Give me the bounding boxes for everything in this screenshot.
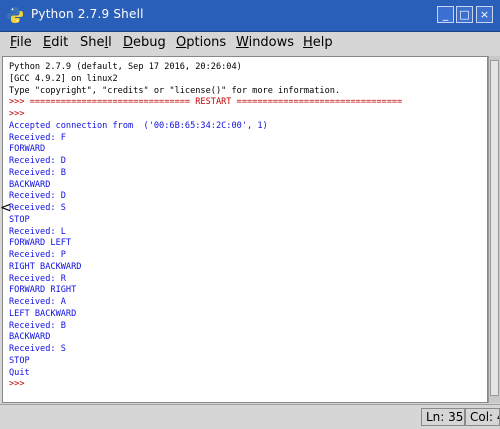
shell-line: BACKWARD (9, 332, 51, 343)
shell-line: [GCC 4.9.2] on linux2 (9, 73, 118, 84)
shell-text-area[interactable]: Python 2.7.9 (default, Sep 17 2016, 20:2… (2, 56, 488, 403)
status-bar: Ln: 35 Col: 4 (0, 404, 500, 429)
shell-line: FORWARD LEFT (9, 238, 72, 249)
shell-line: RIGHT BACKWARD (9, 261, 82, 272)
shell-line: STOP (9, 355, 30, 366)
shell-line: Python 2.7.9 (default, Sep 17 2016, 20:2… (9, 62, 242, 72)
menu-windows[interactable]: Windows (236, 35, 294, 50)
shell-line: Received: D (9, 191, 66, 202)
shell-line: Received: S (9, 203, 66, 213)
shell-line: Received: A (9, 297, 66, 307)
column-indicator: Col: 4 (465, 408, 500, 426)
menu-help[interactable]: Help (303, 35, 333, 50)
shell-line: Received: L (9, 226, 66, 237)
shell-line: FORWARD RIGHT (9, 285, 77, 296)
shell-line: Type "copyright", "credits" or "license(… (9, 85, 341, 96)
mouse-cursor-icon: < (0, 200, 12, 216)
menu-shell[interactable]: Shell (80, 35, 112, 50)
shell-line: Received: S (9, 344, 66, 354)
line-indicator: Ln: 35 (421, 408, 465, 426)
shell-line: Received: F (9, 132, 66, 143)
menu-bar: File Edit Shell Debug Options Windows He… (0, 32, 500, 56)
menu-debug[interactable]: Debug (123, 35, 166, 50)
menu-edit[interactable]: Edit (43, 35, 68, 50)
menu-options[interactable]: Options (176, 35, 226, 50)
shell-line: LEFT BACKWARD (9, 308, 77, 319)
shell-line: Received: B (9, 167, 66, 178)
menu-file[interactable]: File (10, 35, 32, 50)
title-bar[interactable]: Python 2.7.9 Shell _ □ × (0, 0, 500, 32)
shell-line: Quit (9, 367, 30, 378)
scrollbar-thumb[interactable] (490, 60, 499, 396)
shell-line: Received: P (9, 250, 66, 260)
window-title: Python 2.7.9 Shell (31, 7, 144, 21)
shell-prompt: >>> (9, 379, 25, 390)
shell-line: Accepted connection from ('00:6B:65:34:2… (9, 120, 268, 131)
shell-prompt: >>> (9, 109, 25, 119)
shell-line: >>> =============================== REST… (9, 97, 403, 108)
python-icon (7, 7, 23, 23)
shell-line: BACKWARD (9, 179, 51, 190)
minimize-button[interactable]: _ (437, 6, 454, 23)
shell-line: STOP (9, 214, 30, 225)
vertical-scrollbar[interactable] (488, 56, 500, 403)
maximize-button[interactable]: □ (456, 6, 473, 23)
shell-output: Python 2.7.9 (default, Sep 17 2016, 20:2… (9, 62, 402, 391)
close-button[interactable]: × (476, 6, 493, 23)
shell-line: Received: D (9, 156, 66, 166)
shell-line: Received: B (9, 320, 66, 331)
shell-line: Received: R (9, 273, 66, 284)
shell-line: FORWARD (9, 144, 46, 155)
